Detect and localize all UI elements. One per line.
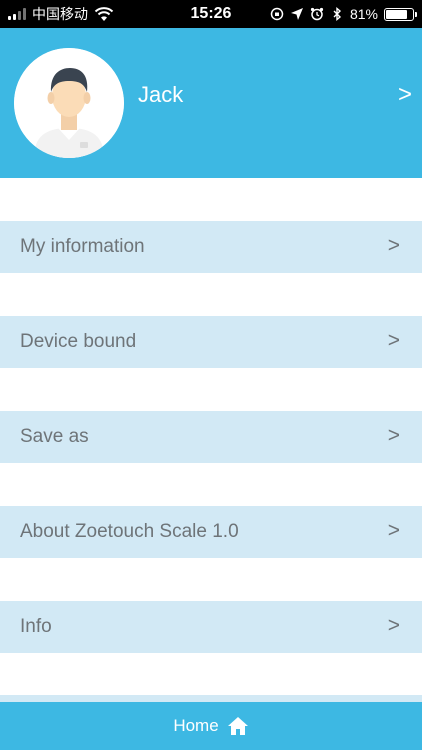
menu-item-device-bound[interactable]: Device bound > bbox=[0, 316, 422, 368]
menu-item-label: About Zoetouch Scale 1.0 bbox=[20, 521, 239, 542]
status-bar: 中国移动 15:26 81% bbox=[0, 0, 422, 28]
chevron-right-icon: > bbox=[387, 329, 400, 352]
menu-item-save-as[interactable]: Save as > bbox=[0, 411, 422, 463]
alarm-icon bbox=[310, 7, 324, 21]
menu-item-label: My information bbox=[20, 236, 145, 257]
menu-item-label: Info bbox=[20, 616, 52, 637]
avatar-person-icon bbox=[14, 48, 124, 158]
home-icon bbox=[227, 717, 248, 735]
chevron-right-icon: > bbox=[387, 519, 400, 542]
battery-percent: 81% bbox=[349, 6, 378, 22]
status-right: 81% bbox=[270, 0, 417, 28]
orientation-lock-icon bbox=[270, 7, 284, 21]
bluetooth-icon bbox=[333, 7, 342, 21]
menu-item-about[interactable]: About Zoetouch Scale 1.0 > bbox=[0, 506, 422, 558]
menu-item-label: Device bound bbox=[20, 331, 137, 352]
chevron-right-icon: > bbox=[387, 234, 400, 257]
battery-fill bbox=[386, 9, 408, 19]
chevron-right-icon: > bbox=[397, 81, 412, 108]
user-name: Jack bbox=[138, 82, 184, 107]
home-tab-bar[interactable]: Home bbox=[0, 702, 422, 750]
chevron-right-icon: > bbox=[387, 614, 400, 637]
profile-header[interactable]: Jack > bbox=[0, 28, 422, 178]
user-avatar[interactable] bbox=[14, 48, 124, 158]
chevron-right-icon: > bbox=[387, 424, 400, 447]
battery-icon bbox=[384, 7, 417, 21]
menu-item-my-information[interactable]: My information > bbox=[0, 221, 422, 273]
menu-item-label: Save as bbox=[20, 426, 89, 447]
home-label: Home bbox=[173, 716, 219, 735]
location-icon bbox=[290, 8, 303, 20]
menu-item-info[interactable]: Info > bbox=[0, 601, 422, 653]
